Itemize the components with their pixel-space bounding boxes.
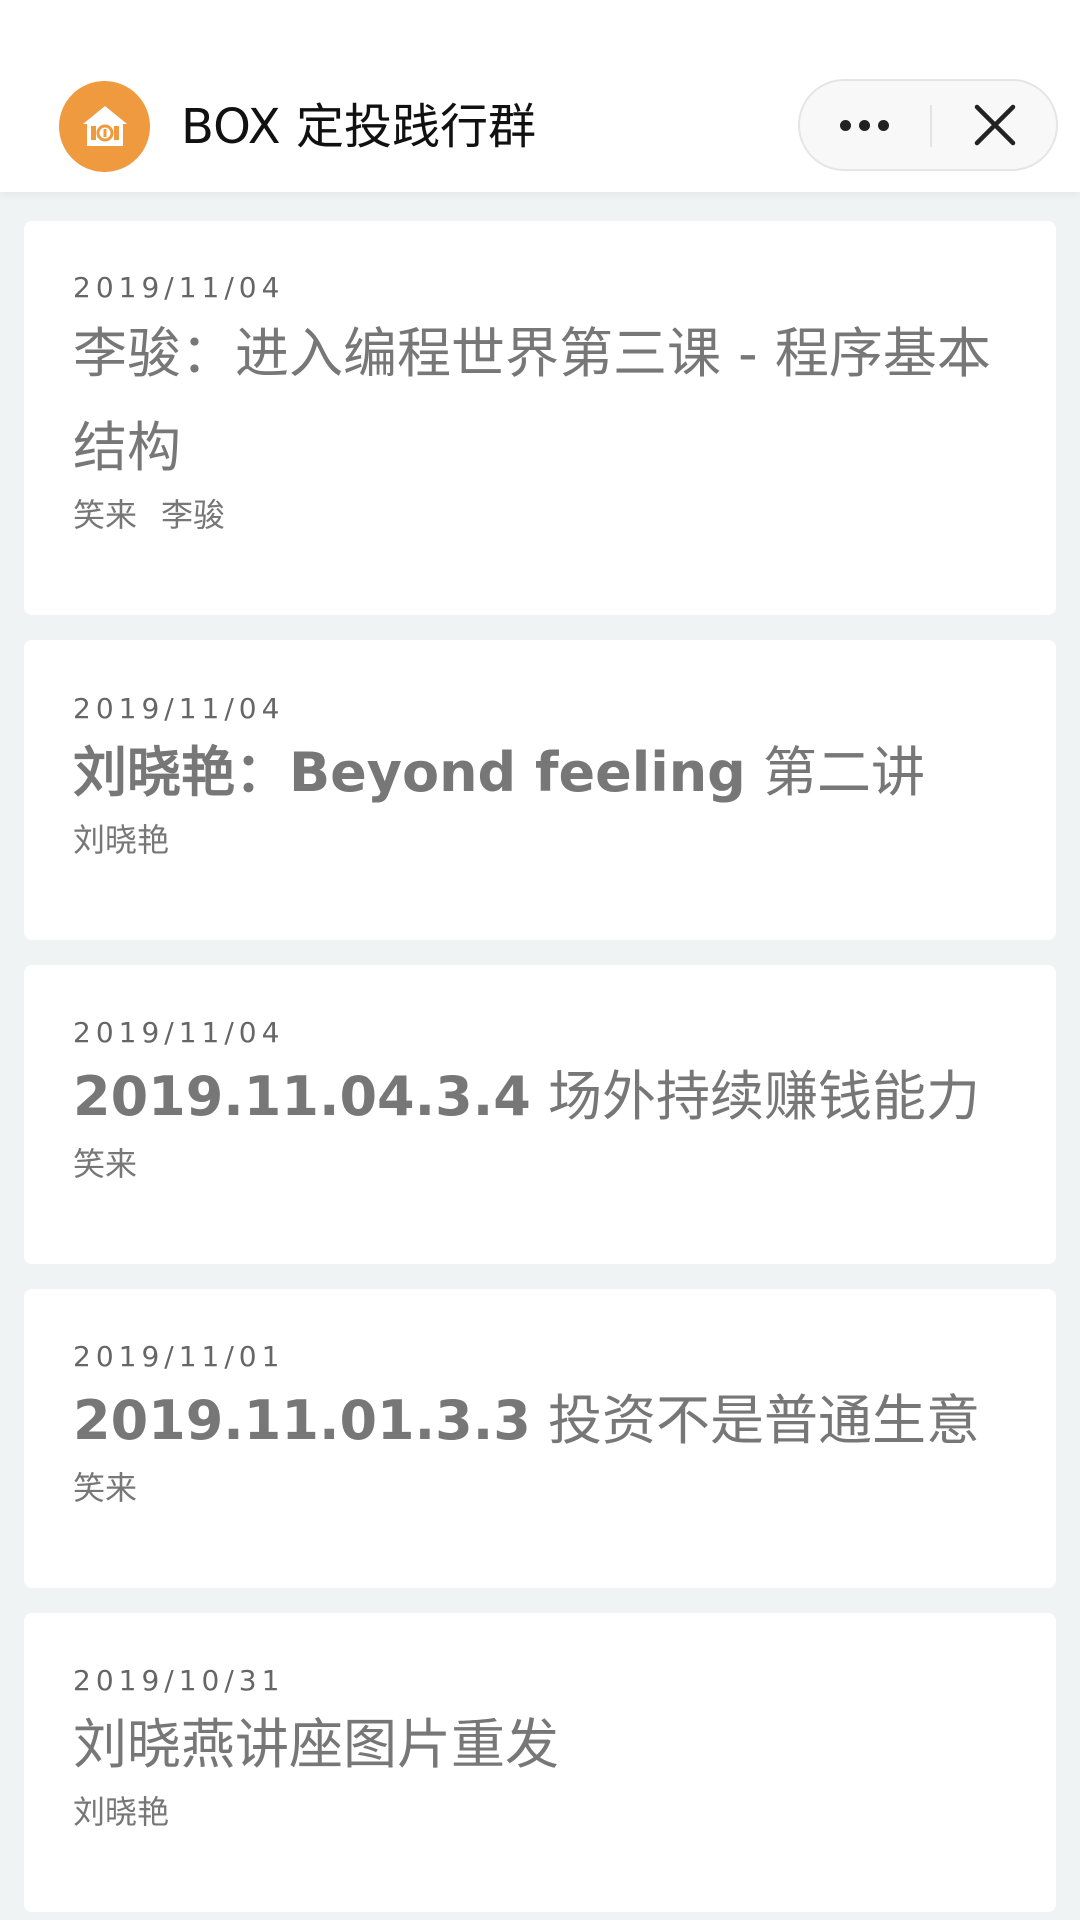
article-card[interactable]: 2019/11/01 2019.11.01.3.3 投资不是普通生意 笑来 bbox=[24, 1289, 1056, 1588]
article-card[interactable]: 2019/11/04 李骏：进入编程世界第三课 - 程序基本结构 笑来 李骏 bbox=[24, 221, 1056, 615]
top-navigation-bar: BOX 定投践行群 bbox=[0, 0, 1080, 192]
article-title-rest: 场外持续赚钱能力 bbox=[530, 1065, 980, 1128]
article-title-bold: 2019.11.04.3.4 bbox=[73, 1065, 531, 1128]
article-date: 2019/11/04 bbox=[73, 692, 285, 725]
article-title-bold: 2019.11.01.3.3 bbox=[73, 1389, 531, 1452]
more-dots-icon bbox=[839, 119, 851, 131]
more-button[interactable] bbox=[800, 81, 928, 169]
close-icon bbox=[974, 104, 1016, 146]
author-tag[interactable]: 李骏 bbox=[161, 496, 225, 534]
article-date: 2019/11/04 bbox=[73, 1016, 285, 1049]
article-card[interactable]: 2019/11/04 刘晓艳：Beyond feeling 第二讲 刘晓艳 bbox=[24, 640, 1056, 940]
article-date: 2019/11/01 bbox=[73, 1340, 285, 1373]
article-authors: 笑来 bbox=[73, 1468, 1007, 1508]
mini-program-capsule bbox=[798, 79, 1058, 171]
more-dot bbox=[858, 119, 870, 131]
article-title: 刘晓燕讲座图片重发 bbox=[73, 1713, 559, 1776]
author-tag[interactable]: 笑来 bbox=[73, 1145, 137, 1183]
article-card[interactable]: 2019/10/31 刘晓燕讲座图片重发 刘晓艳 bbox=[24, 1613, 1056, 1912]
article-title-rest: 第二讲 bbox=[745, 741, 926, 804]
article-title-bold: 刘晓艳：Beyond feeling bbox=[73, 741, 746, 804]
article-title-rest: 投资不是普通生意 bbox=[530, 1389, 980, 1452]
article-authors: 刘晓艳 bbox=[73, 1792, 1007, 1832]
article-title: 刘晓艳：Beyond feeling 第二讲 bbox=[73, 726, 1007, 820]
more-dot bbox=[877, 119, 889, 131]
author-tag[interactable]: 笑来 bbox=[73, 1469, 137, 1507]
article-card[interactable]: 2019/11/04 2019.11.04.3.4 场外持续赚钱能力 笑来 bbox=[24, 965, 1056, 1264]
close-button[interactable] bbox=[932, 81, 1058, 169]
article-title: 李骏：进入编程世界第三课 - 程序基本结构 bbox=[73, 322, 991, 479]
app-logo-icon bbox=[59, 81, 150, 172]
article-authors: 笑来 李骏 bbox=[73, 495, 1007, 535]
article-date: 2019/10/31 bbox=[73, 1664, 285, 1697]
article-authors: 笑来 bbox=[73, 1144, 1007, 1184]
article-title: 2019.11.01.3.3 投资不是普通生意 bbox=[73, 1374, 1007, 1468]
article-date: 2019/11/04 bbox=[73, 271, 285, 304]
article-authors: 刘晓艳 bbox=[73, 820, 1007, 860]
author-tag[interactable]: 刘晓艳 bbox=[73, 1793, 169, 1831]
app-title: BOX 定投践行群 bbox=[181, 99, 536, 155]
article-title: 2019.11.04.3.4 场外持续赚钱能力 bbox=[73, 1050, 1007, 1144]
author-tag[interactable]: 笑来 bbox=[73, 496, 137, 534]
author-tag[interactable]: 刘晓艳 bbox=[73, 821, 169, 859]
